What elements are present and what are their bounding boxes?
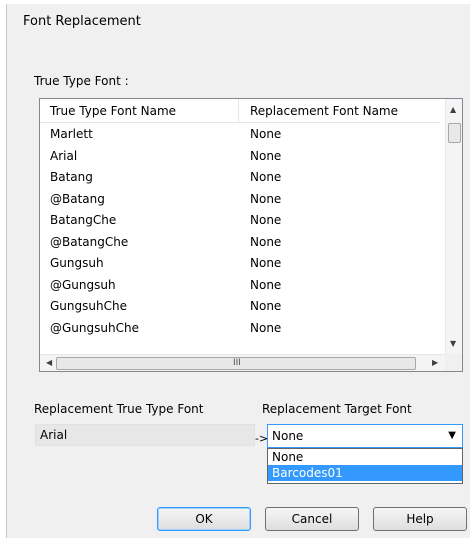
replacement-source-field: Arial (35, 424, 255, 446)
scroll-down-arrow-icon[interactable]: ▼ (450, 339, 456, 348)
font-name-cell: Batang (50, 170, 93, 184)
replacement-source-label: Replacement True Type Font (34, 402, 204, 416)
vertical-scrollbar[interactable]: ▲ ▼ (445, 99, 462, 354)
font-name-cell: @Gungsuh (50, 277, 116, 292)
ok-button[interactable]: OK (157, 507, 251, 531)
replacement-cell: None (250, 170, 282, 184)
font-replacement-dialog: Font Replacement True Type Font : True T… (6, 4, 470, 538)
scroll-up-arrow-icon[interactable]: ▲ (450, 105, 456, 114)
cancel-button[interactable]: Cancel (265, 507, 359, 531)
chevron-down-icon[interactable]: ▼ (448, 430, 456, 441)
scroll-left-arrow-icon[interactable]: ◀ (46, 358, 52, 367)
list-row[interactable]: Batang None (40, 166, 440, 188)
dialog-title: Font Replacement (23, 14, 141, 29)
list-row[interactable]: Arial None (40, 145, 440, 167)
font-list[interactable]: True Type Font Name Replacement Font Nam… (39, 98, 463, 372)
column-header-replacement[interactable]: Replacement Font Name (250, 104, 398, 118)
font-name-cell: Marlett (50, 127, 93, 141)
replacement-cell: None (250, 299, 282, 313)
font-name-cell: BatangChe (50, 213, 117, 227)
list-row[interactable]: Gungsuh None (40, 252, 440, 274)
replacement-cell: None (250, 320, 282, 335)
scrollbar-corner (445, 354, 462, 371)
font-name-cell: @BatangChe (50, 234, 129, 249)
list-rows: Marlett None Arial None Batang None @Batang… (40, 123, 440, 338)
dropdown-option-none[interactable]: None (268, 449, 462, 465)
replacement-cell: None (250, 148, 282, 163)
true-type-font-group-label: True Type Font : (34, 74, 129, 88)
list-row[interactable]: Marlett None (40, 123, 440, 145)
list-row[interactable]: @GungsuhChe None (40, 317, 440, 339)
column-header-font-name[interactable]: True Type Font Name (50, 104, 176, 118)
replacement-cell: None (250, 127, 282, 141)
horizontal-scroll-thumb[interactable]: III (56, 357, 416, 370)
list-header: True Type Font Name Replacement Font Nam… (40, 99, 440, 123)
list-row[interactable]: GungsuhChe None (40, 295, 440, 317)
replacement-cell: None (250, 234, 282, 249)
replacement-cell: None (250, 191, 282, 206)
list-row[interactable]: BatangChe None (40, 209, 440, 231)
replacement-target-label: Replacement Target Font (262, 402, 412, 416)
replacement-target-dropdown[interactable]: None Barcodes01 (267, 448, 463, 484)
scroll-right-arrow-icon[interactable]: ▶ (432, 358, 438, 367)
font-name-cell: GungsuhChe (50, 299, 127, 313)
scroll-grip-icon: III (233, 358, 241, 368)
font-name-cell: Gungsuh (50, 256, 104, 270)
replacement-cell: None (250, 256, 282, 270)
help-button[interactable]: Help (373, 507, 467, 531)
font-name-cell: @GungsuhChe (50, 320, 139, 335)
list-row[interactable]: @Gungsuh None (40, 274, 440, 296)
font-name-cell: Arial (50, 148, 78, 163)
column-divider[interactable] (238, 99, 239, 122)
list-row[interactable]: @BatangChe None (40, 231, 440, 253)
replacement-cell: None (250, 277, 282, 292)
replacement-cell: None (250, 213, 282, 227)
vertical-scroll-thumb[interactable] (448, 123, 461, 143)
selected-value: None (272, 429, 304, 443)
list-row[interactable]: @Batang None (40, 188, 440, 210)
font-name-cell: @Batang (50, 191, 105, 206)
dropdown-option-barcodes01[interactable]: Barcodes01 (268, 465, 462, 481)
replacement-target-select[interactable]: None ▼ (267, 424, 463, 448)
horizontal-scrollbar[interactable]: ◀ III ▶ (40, 354, 445, 371)
